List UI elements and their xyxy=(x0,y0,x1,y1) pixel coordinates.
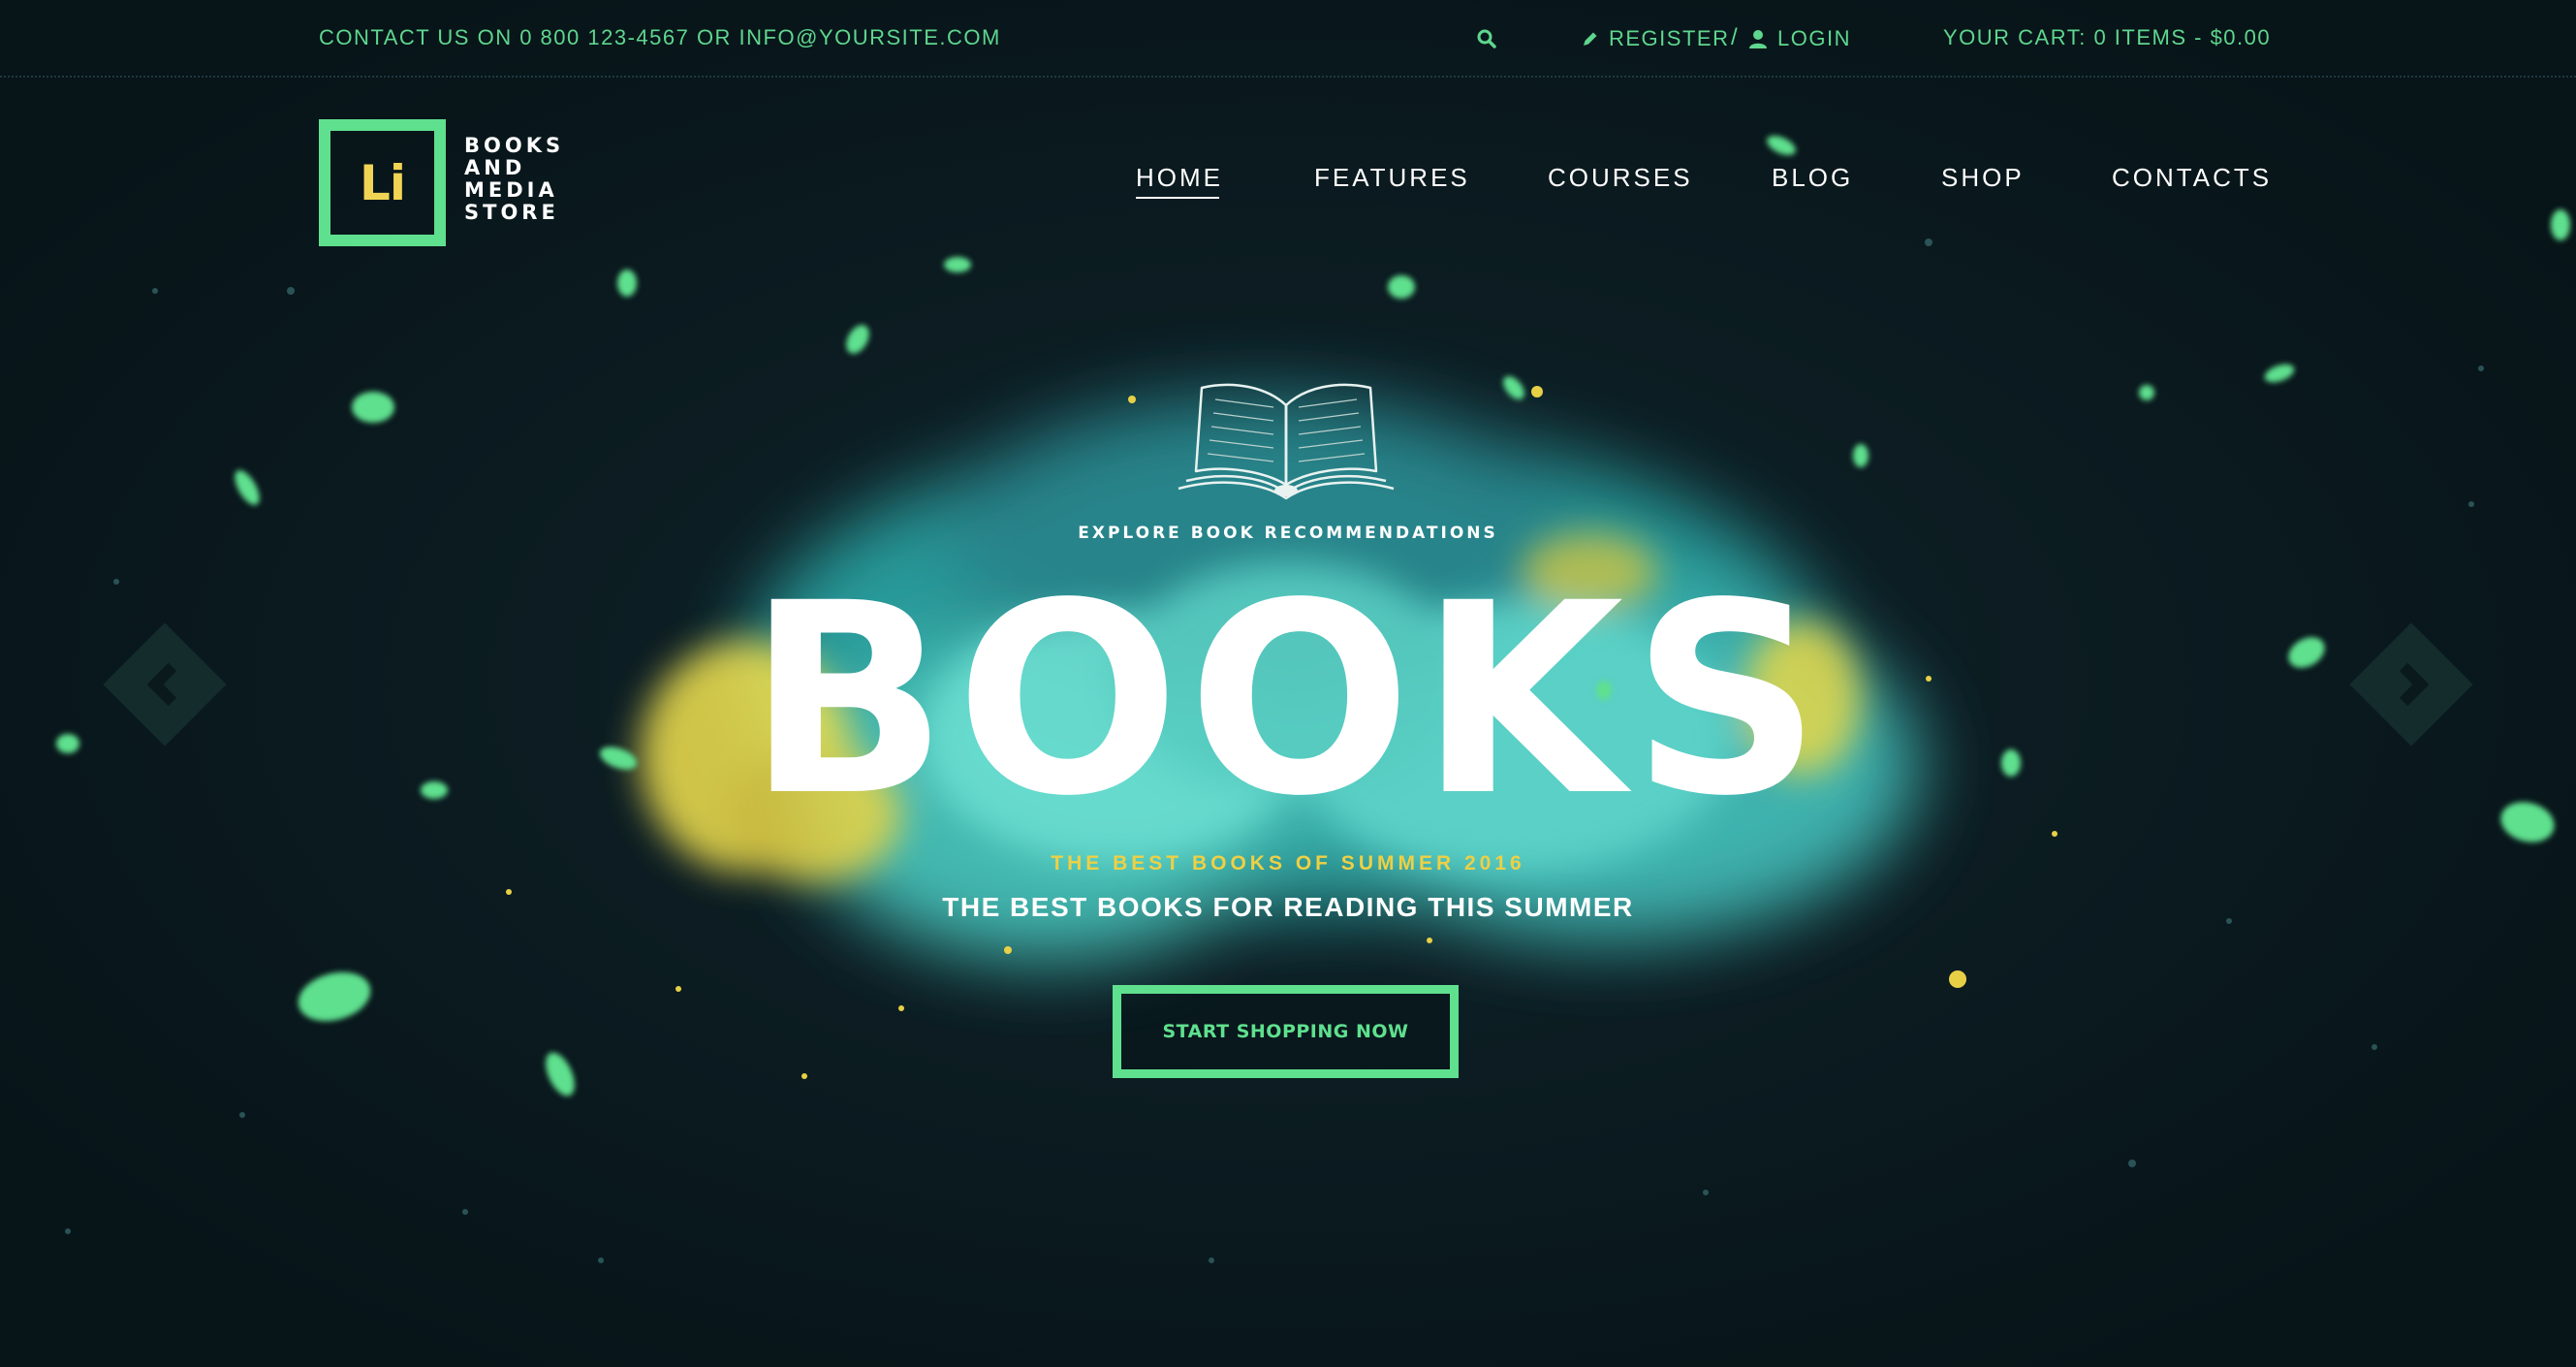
hero-eyebrow: EXPLORE BOOK RECOMMENDATIONS xyxy=(1078,524,1498,543)
search-icon xyxy=(1477,29,1496,48)
chevron-right-icon xyxy=(2349,622,2473,747)
auth-separator: / xyxy=(1731,24,1738,50)
login-label: LOGIN xyxy=(1777,26,1851,50)
hero-subtitle: THE BEST BOOKS FOR READING THIS SUMMER xyxy=(942,892,1634,922)
nav-item-home[interactable]: HOME xyxy=(1136,163,1223,199)
contact-info: CONTACT US ON 0 800 123-4567 OR INFO@YOU… xyxy=(319,25,1001,49)
nav-item-features[interactable]: FEATURES xyxy=(1314,163,1470,193)
pencil-icon xyxy=(1584,32,1597,46)
nav-item-blog[interactable]: BLOG xyxy=(1772,163,1853,193)
logo-line: STORE xyxy=(464,201,559,224)
open-book-icon xyxy=(1178,383,1395,500)
hero-title: BOOKS xyxy=(746,548,1830,854)
slider-prev-button[interactable] xyxy=(97,617,233,752)
user-icon xyxy=(1749,30,1767,48)
main-nav: HOME FEATURES COURSES BLOG SHOP CONTACTS xyxy=(0,163,2576,202)
slider-next-button[interactable] xyxy=(2343,617,2479,752)
nav-item-shop[interactable]: SHOP xyxy=(1941,163,2025,193)
logo-line: BOOKS xyxy=(464,134,565,157)
chevron-left-icon xyxy=(103,622,227,747)
register-link[interactable]: REGISTER xyxy=(1582,26,1729,51)
login-link[interactable]: LOGIN xyxy=(1748,26,1851,51)
cart-summary[interactable]: YOUR CART: 0 ITEMS - $0.00 xyxy=(1943,25,2271,50)
nav-item-contacts[interactable]: CONTACTS xyxy=(2112,163,2272,193)
start-shopping-button[interactable]: START SHOPPING NOW xyxy=(1113,985,1459,1078)
hero-tagline: THE BEST BOOKS OF SUMMER 2016 xyxy=(1051,852,1525,874)
register-label: REGISTER xyxy=(1609,26,1730,50)
search-button[interactable] xyxy=(1475,27,1498,50)
top-bar: CONTACT US ON 0 800 123-4567 OR INFO@YOU… xyxy=(0,0,2576,78)
nav-item-courses[interactable]: COURSES xyxy=(1548,163,1693,193)
